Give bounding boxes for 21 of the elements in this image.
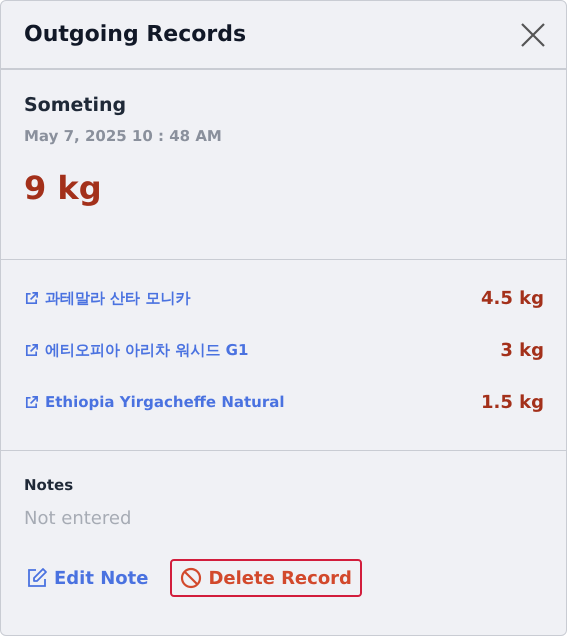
- external-link-icon: [24, 342, 39, 358]
- notes-text: Not entered: [24, 508, 132, 529]
- item-link[interactable]: Ethiopia Yirgacheffe Natural: [24, 393, 285, 411]
- item-link[interactable]: 과테말라 산타 모니카: [24, 288, 190, 308]
- external-link-icon: [24, 290, 39, 306]
- edit-button[interactable]: Edit Note: [24, 559, 158, 597]
- delete-button[interactable]: Delete Record: [170, 559, 362, 597]
- notes-label: Notes: [24, 476, 74, 494]
- item-weight: 1.5 kg: [480, 392, 544, 412]
- total-weight: 9 kg: [24, 169, 103, 207]
- item-weight: 3 kg: [500, 340, 544, 360]
- close-button[interactable]: [520, 22, 546, 48]
- close-icon: [520, 22, 546, 48]
- record-name: Someting: [24, 94, 128, 116]
- prohibited-icon: [180, 567, 202, 589]
- pencil-icon: [26, 567, 48, 589]
- item-link[interactable]: 에티오피아 아리차 워시드 G1: [24, 340, 248, 360]
- record-datetime: May 7, 2025 10 : 48 AM: [24, 127, 223, 145]
- item-weight: 4.5 kg: [480, 288, 544, 308]
- window-title: Outgoing Records: [24, 22, 246, 47]
- external-link-icon: [24, 394, 39, 410]
